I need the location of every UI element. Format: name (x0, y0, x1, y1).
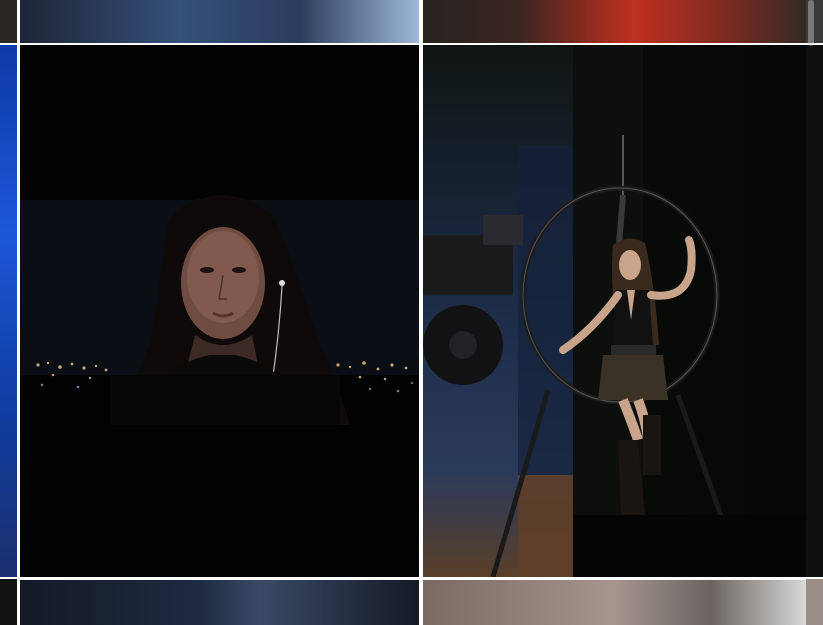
partial-tile-middle-blue[interactable] (0, 45, 17, 577)
partial-tile-bottom[interactable] (0, 579, 17, 625)
partial-tile-middle[interactable] (806, 45, 823, 577)
stage-performance-photo (423, 45, 806, 577)
partial-tile-bottom[interactable] (806, 579, 823, 625)
image-tile-stage-hoop[interactable] (423, 45, 806, 577)
night-selfie-photo (20, 45, 419, 577)
left-column-partial-tiles[interactable] (0, 0, 17, 625)
image-tile-night-selfie[interactable] (20, 45, 419, 577)
image-tile-bottom-left[interactable] (20, 580, 419, 625)
right-column-partial-tiles[interactable] (806, 0, 823, 625)
partial-tile-top[interactable] (0, 0, 17, 43)
image-tile-top-right[interactable] (423, 0, 806, 43)
image-tile-top-left[interactable] (20, 0, 419, 43)
scrollbar-thumb[interactable] (808, 0, 814, 46)
image-tile-bottom-right[interactable] (423, 580, 806, 625)
